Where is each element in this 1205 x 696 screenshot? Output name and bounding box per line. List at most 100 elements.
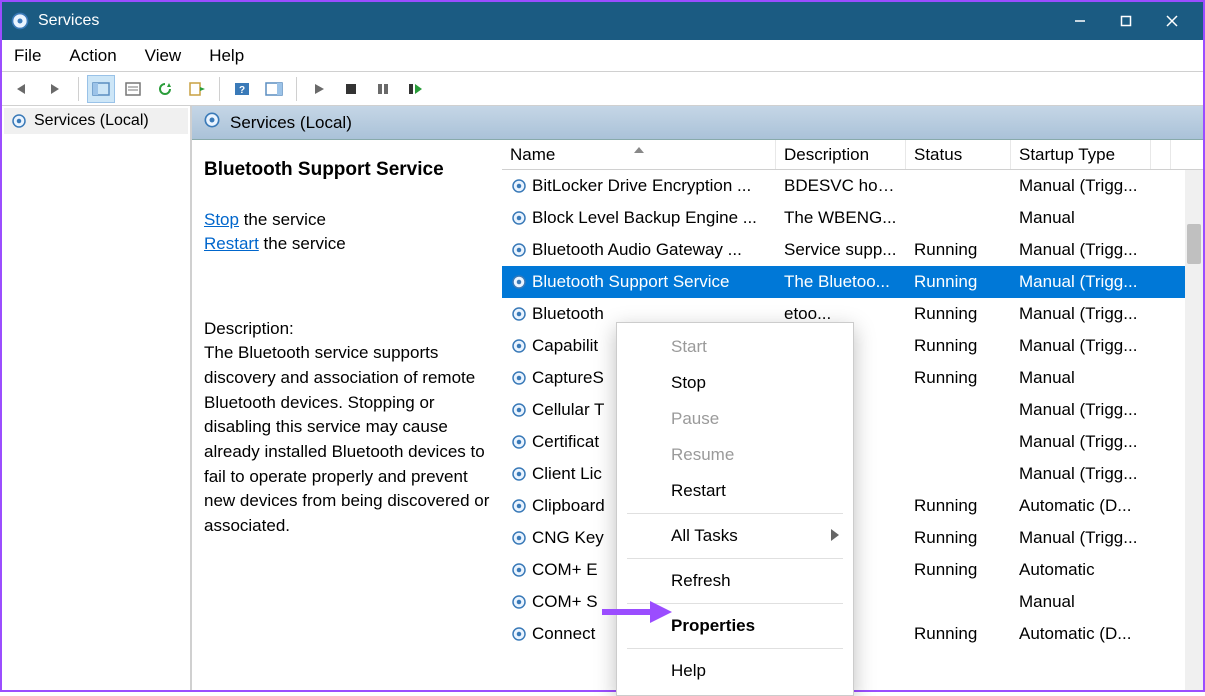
service-name: Connect bbox=[532, 624, 595, 644]
service-status: Running bbox=[906, 240, 1011, 260]
service-startup: Manual (Trigg... bbox=[1011, 464, 1151, 484]
list-header: Name Description Status Startup Type bbox=[502, 140, 1203, 170]
service-gear-icon bbox=[510, 369, 528, 387]
close-button[interactable] bbox=[1149, 2, 1195, 40]
service-desc: etoo... bbox=[776, 304, 906, 324]
service-name: Certificat bbox=[532, 432, 599, 452]
service-status: Running bbox=[906, 304, 1011, 324]
stop-service-button[interactable] bbox=[337, 75, 365, 103]
window-title: Services bbox=[38, 12, 1057, 30]
ctx-separator bbox=[627, 513, 843, 514]
scroll-thumb[interactable] bbox=[1187, 224, 1201, 264]
col-status[interactable]: Status bbox=[906, 140, 1011, 169]
ctx-help[interactable]: Help bbox=[617, 653, 853, 689]
export-list-button[interactable] bbox=[183, 75, 211, 103]
service-name: Client Lic bbox=[532, 464, 602, 484]
service-actions: Stop the service Restart the service bbox=[204, 208, 490, 257]
col-status-label: Status bbox=[914, 145, 962, 165]
service-status: Running bbox=[906, 560, 1011, 580]
service-name: CNG Key bbox=[532, 528, 604, 548]
service-startup: Manual (Trigg... bbox=[1011, 304, 1151, 324]
ctx-restart[interactable]: Restart bbox=[617, 473, 853, 509]
refresh-toolbar-button[interactable] bbox=[151, 75, 179, 103]
service-gear-icon bbox=[510, 273, 528, 291]
ctx-stop[interactable]: Stop bbox=[617, 365, 853, 401]
ctx-separator bbox=[627, 648, 843, 649]
service-desc: BDESVC hos... bbox=[776, 176, 906, 196]
menu-help[interactable]: Help bbox=[207, 42, 246, 70]
service-startup: Automatic (D... bbox=[1011, 496, 1151, 516]
pause-service-button[interactable] bbox=[369, 75, 397, 103]
nav-back-button[interactable] bbox=[10, 75, 38, 103]
start-service-button[interactable] bbox=[305, 75, 333, 103]
menu-action[interactable]: Action bbox=[67, 42, 118, 70]
titlebar: Services bbox=[2, 2, 1203, 40]
description-body: The Bluetooth service supports discovery… bbox=[204, 341, 490, 538]
show-action-pane-button[interactable] bbox=[260, 75, 288, 103]
table-row[interactable]: BitLocker Drive Encryption ... BDESVC hos… bbox=[502, 170, 1203, 202]
gear-icon bbox=[10, 112, 28, 130]
window-controls bbox=[1057, 2, 1195, 40]
service-startup: Manual bbox=[1011, 208, 1151, 228]
service-status: Running bbox=[906, 528, 1011, 548]
submenu-chevron-icon bbox=[831, 526, 839, 546]
col-more[interactable] bbox=[1151, 140, 1171, 169]
service-name: BitLocker Drive Encryption ... bbox=[532, 176, 751, 196]
service-gear-icon bbox=[510, 561, 528, 579]
maximize-button[interactable] bbox=[1103, 2, 1149, 40]
ctx-refresh[interactable]: Refresh bbox=[617, 563, 853, 599]
nav-services-local[interactable]: Services (Local) bbox=[4, 108, 188, 134]
restart-link[interactable]: Restart bbox=[204, 234, 259, 253]
nav-forward-button[interactable] bbox=[42, 75, 70, 103]
nav-tree: Services (Local) bbox=[2, 106, 192, 690]
properties-toolbar-button[interactable] bbox=[119, 75, 147, 103]
table-row[interactable]: Bluetooth Audio Gateway ...Service supp.… bbox=[502, 234, 1203, 266]
restart-suffix: the service bbox=[259, 234, 346, 253]
menu-file[interactable]: File bbox=[12, 42, 43, 70]
toolbar-separator bbox=[219, 77, 220, 101]
show-hide-tree-button[interactable] bbox=[87, 75, 115, 103]
stop-link[interactable]: Stop bbox=[204, 210, 239, 229]
col-name[interactable]: Name bbox=[502, 140, 776, 169]
service-startup: Manual bbox=[1011, 368, 1151, 388]
service-gear-icon bbox=[510, 337, 528, 355]
detail-pane: Bluetooth Support Service Stop the servi… bbox=[192, 140, 502, 690]
service-startup: Automatic bbox=[1011, 560, 1151, 580]
service-gear-icon bbox=[510, 625, 528, 643]
toolbar-separator bbox=[296, 77, 297, 101]
menubar: File Action View Help bbox=[2, 40, 1203, 72]
sort-asc-icon bbox=[634, 140, 644, 158]
help-toolbar-button[interactable]: ? bbox=[228, 75, 256, 103]
service-startup: Manual (Trigg... bbox=[1011, 336, 1151, 356]
context-menu: Start Stop Pause Resume Restart All Task… bbox=[616, 322, 854, 696]
ctx-all-tasks-label: All Tasks bbox=[671, 526, 738, 545]
service-startup: Manual (Trigg... bbox=[1011, 240, 1151, 260]
ctx-separator bbox=[627, 558, 843, 559]
service-gear-icon bbox=[510, 401, 528, 419]
table-row[interactable]: Bluetooth Support ServiceThe Bluetoo...R… bbox=[502, 266, 1203, 298]
selected-service-title: Bluetooth Support Service bbox=[204, 156, 490, 184]
restart-service-button[interactable] bbox=[401, 75, 429, 103]
service-gear-icon bbox=[510, 209, 528, 227]
table-row[interactable]: Block Level Backup Engine ...The WBENG..… bbox=[502, 202, 1203, 234]
service-name: CaptureS bbox=[532, 368, 604, 388]
minimize-button[interactable] bbox=[1057, 2, 1103, 40]
service-name: COM+ S bbox=[532, 592, 598, 612]
toolbar-separator bbox=[78, 77, 79, 101]
service-startup: Manual bbox=[1011, 592, 1151, 612]
scrollbar[interactable] bbox=[1185, 170, 1203, 690]
menu-view[interactable]: View bbox=[143, 42, 184, 70]
annotation-arrow-icon bbox=[602, 597, 672, 632]
service-startup: Manual (Trigg... bbox=[1011, 272, 1151, 292]
col-startup[interactable]: Startup Type bbox=[1011, 140, 1151, 169]
col-startup-label: Startup Type bbox=[1019, 145, 1115, 165]
service-status: Running bbox=[906, 272, 1011, 292]
service-startup: Manual (Trigg... bbox=[1011, 176, 1151, 196]
col-name-label: Name bbox=[510, 145, 555, 165]
service-status: Running bbox=[906, 368, 1011, 388]
service-gear-icon bbox=[510, 177, 528, 195]
col-description[interactable]: Description bbox=[776, 140, 906, 169]
ctx-start: Start bbox=[617, 329, 853, 365]
col-desc-label: Description bbox=[784, 145, 869, 165]
ctx-all-tasks[interactable]: All Tasks bbox=[617, 518, 853, 554]
